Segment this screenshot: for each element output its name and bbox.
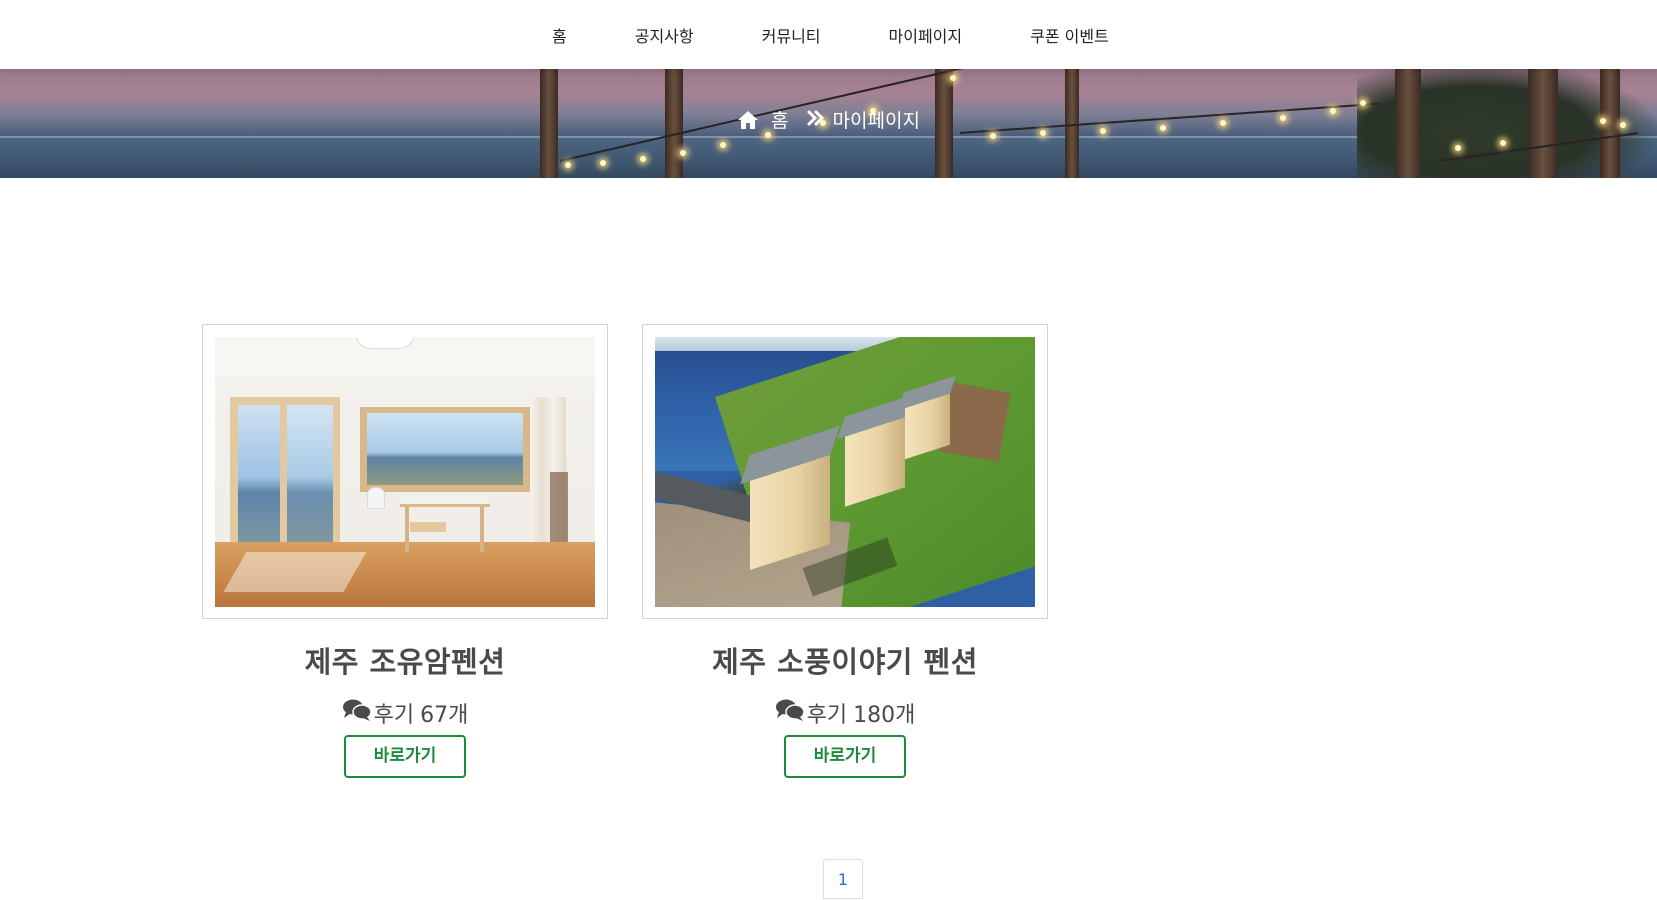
review-count: 67개 xyxy=(420,703,469,728)
pension-card: 제주 조유암펜션 후기 67개 바로가기 xyxy=(202,324,608,778)
curtain-shadow xyxy=(550,472,568,552)
review-count: 180개 xyxy=(853,703,916,728)
pagination-page-1[interactable]: 1 xyxy=(823,859,863,899)
window-glass xyxy=(367,413,523,485)
nav-item-mypage[interactable]: 마이페이지 xyxy=(889,23,963,47)
light-bulb xyxy=(600,160,606,166)
pension-name: 제주 조유암펜션 xyxy=(304,645,506,679)
pension-photo-aerial[interactable] xyxy=(655,337,1035,607)
light-bulb xyxy=(990,133,996,139)
table-leg xyxy=(480,507,484,552)
review-label: 후기 xyxy=(373,703,415,728)
card-image-frame[interactable] xyxy=(642,324,1048,619)
home-icon[interactable] xyxy=(737,110,759,130)
door-glass xyxy=(238,405,280,565)
table xyxy=(400,497,490,507)
light-bulb xyxy=(720,142,726,148)
button-wrap: 바로가기 xyxy=(642,735,1048,778)
nav-item-notice[interactable]: 공지사항 xyxy=(635,23,694,47)
nav-menu: 홈 공지사항 커뮤니티 마이페이지 쿠폰 이벤트 xyxy=(552,23,1177,47)
comments-icon xyxy=(775,698,805,728)
breadcrumb-current: 마이페이지 xyxy=(832,110,920,132)
light-bulb xyxy=(1500,140,1506,146)
light-bulb xyxy=(640,156,646,162)
dirt-field xyxy=(939,382,1011,462)
sunlight xyxy=(223,552,367,592)
pension-name: 제주 소풍이야기 펜션 xyxy=(712,645,978,679)
top-navigation: 홈 공지사항 커뮤니티 마이페이지 쿠폰 이벤트 xyxy=(0,0,1657,69)
button-wrap: 바로가기 xyxy=(202,735,608,778)
review-summary: 후기 180개 xyxy=(642,697,1048,729)
chair xyxy=(367,487,385,509)
light-bulb xyxy=(680,150,686,156)
go-button[interactable]: 바로가기 xyxy=(344,735,466,778)
breadcrumb-home-link[interactable]: 홈 xyxy=(771,106,788,133)
ceiling-lamp xyxy=(355,337,415,349)
bench xyxy=(410,522,446,532)
pension-photo-interior[interactable] xyxy=(215,337,595,607)
comments-icon xyxy=(342,698,372,728)
nav-item-home[interactable]: 홈 xyxy=(552,23,567,47)
go-button[interactable]: 바로가기 xyxy=(784,735,906,778)
door-glass xyxy=(287,405,333,565)
light-bulb xyxy=(565,162,571,168)
breadcrumb: 홈 마이페이지 xyxy=(0,106,1657,133)
card-image-frame[interactable] xyxy=(202,324,608,619)
pension-card: 제주 소풍이야기 펜션 후기 180개 바로가기 xyxy=(642,324,1048,778)
table-leg xyxy=(405,507,409,552)
double-chevron-right-icon xyxy=(807,109,825,131)
nav-item-community[interactable]: 커뮤니티 xyxy=(762,23,821,47)
review-summary: 후기 67개 xyxy=(202,697,608,729)
review-label: 후기 xyxy=(806,703,848,728)
light-bulb xyxy=(1455,145,1461,151)
nav-item-coupon-event[interactable]: 쿠폰 이벤트 xyxy=(1030,23,1109,47)
